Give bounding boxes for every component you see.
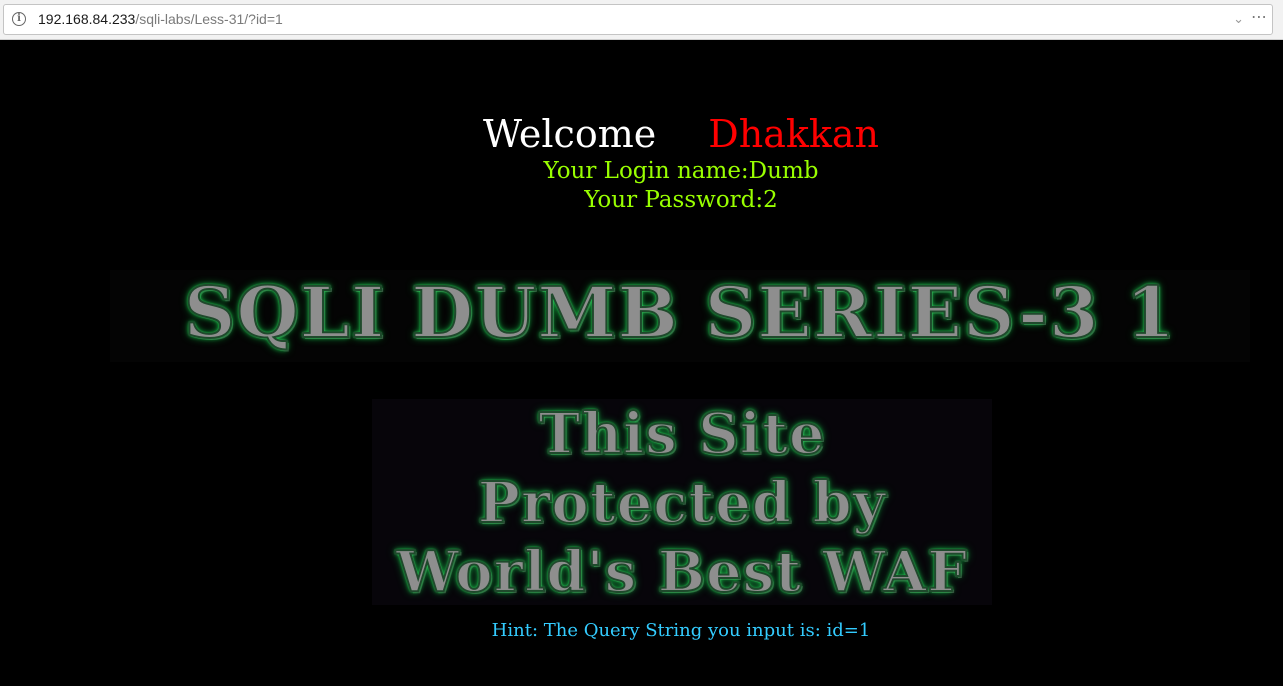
more-options-icon[interactable]: ⋯: [1251, 2, 1267, 31]
title-banner: SQLI DUMB SERIES-3 1: [183, 270, 1177, 355]
user-name: Dhakkan: [708, 112, 880, 156]
waf-line-1: This Site: [538, 400, 826, 468]
address-bar[interactable]: i 192.168.84.233/sqli-labs/Less-31/?id=1…: [3, 4, 1273, 35]
page-content: Welcome Dhakkan Your Login name:Dumb Your…: [0, 40, 1283, 686]
browser-toolbar: i 192.168.84.233/sqli-labs/Less-31/?id=1…: [0, 0, 1283, 40]
login-name-text: Your Login name:Dumb: [543, 158, 819, 184]
chevron-down-icon[interactable]: ⌄: [1233, 5, 1244, 34]
url-text[interactable]: 192.168.84.233/sqli-labs/Less-31/?id=1: [38, 5, 283, 34]
info-icon[interactable]: i: [12, 12, 26, 26]
welcome-line: Welcome Dhakkan: [0, 110, 1283, 158]
waf-line-2: Protected by: [477, 469, 887, 537]
waf-line-3: World's Best WAF: [395, 538, 969, 606]
welcome-text: Welcome: [482, 112, 657, 156]
password-text: Your Password:2: [584, 187, 778, 213]
query-hint: Hint: The Query String you input is: id=…: [491, 620, 871, 641]
url-host: 192.168.84.233: [38, 11, 136, 27]
url-path: /sqli-labs/Less-31/?id=1: [135, 11, 283, 27]
